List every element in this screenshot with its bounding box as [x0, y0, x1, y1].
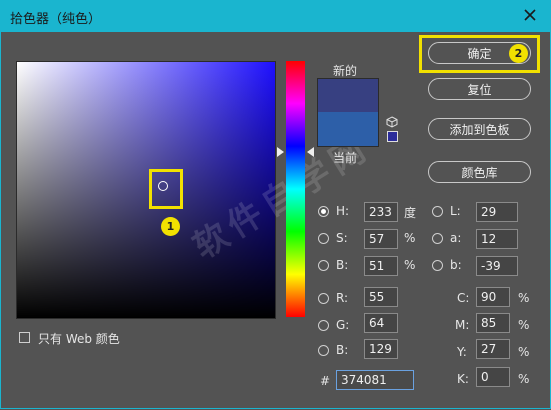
window-title: 拾色器（纯色）: [10, 12, 102, 27]
new-color-label: 新的: [333, 64, 358, 78]
unit-m: %: [518, 318, 530, 332]
hex-input[interactable]: 374081: [336, 370, 414, 390]
input-m[interactable]: 85: [476, 313, 510, 333]
input-l[interactable]: 29: [476, 202, 518, 222]
input-g[interactable]: 64: [364, 313, 398, 333]
label-g: G:: [336, 318, 350, 332]
label-c: C:: [457, 291, 470, 305]
label-a: a:: [450, 231, 462, 245]
color-libraries-button[interactable]: 颜色库: [428, 161, 531, 183]
unit-s: %: [404, 231, 416, 245]
unit-c: %: [518, 291, 530, 305]
hue-slider-right-arrow[interactable]: [307, 147, 314, 157]
close-icon[interactable]: [520, 5, 540, 25]
label-s: S:: [336, 231, 348, 245]
title-bar: 拾色器（纯色）: [0, 0, 551, 32]
label-lab-b: b:: [450, 258, 462, 272]
input-y[interactable]: 27: [476, 339, 510, 359]
web-safe-swatch[interactable]: [387, 131, 398, 142]
unit-y: %: [518, 345, 530, 359]
web-only-label: 只有 Web 颜色: [38, 332, 120, 346]
input-lab-b[interactable]: -39: [476, 256, 518, 276]
label-l: L:: [450, 204, 461, 218]
unit-h: 度: [404, 206, 417, 220]
input-c[interactable]: 90: [476, 287, 510, 307]
current-color-swatch[interactable]: [317, 112, 379, 147]
radio-lab-b[interactable]: [432, 260, 443, 271]
input-r[interactable]: 55: [364, 287, 398, 307]
reset-button[interactable]: 复位: [428, 78, 531, 100]
radio-brightness[interactable]: [318, 260, 329, 271]
label-hex: #: [320, 374, 331, 388]
color-field[interactable]: [16, 61, 276, 319]
label-rgb-b: B:: [336, 343, 349, 357]
radio-l[interactable]: [432, 206, 443, 217]
radio-r[interactable]: [318, 293, 329, 304]
add-to-swatches-button[interactable]: 添加到色板: [428, 118, 531, 140]
radio-rgb-b[interactable]: [318, 345, 329, 356]
new-color-swatch: [317, 78, 379, 114]
input-s[interactable]: 57: [364, 229, 398, 249]
hue-slider-left-arrow[interactable]: [277, 147, 284, 157]
input-h[interactable]: 233: [364, 202, 398, 222]
radio-a[interactable]: [432, 233, 443, 244]
cube-icon[interactable]: [386, 116, 398, 128]
label-m: M:: [455, 318, 470, 332]
annotation-badge-1: 1: [161, 217, 180, 236]
radio-s[interactable]: [318, 233, 329, 244]
input-rgb-b[interactable]: 129: [364, 339, 398, 359]
input-brightness[interactable]: 51: [364, 256, 398, 276]
annotation-badge-2: 2: [509, 44, 528, 63]
hue-slider[interactable]: [286, 61, 305, 317]
radio-h[interactable]: [318, 206, 329, 217]
highlight-box-cursor: [149, 169, 183, 209]
unit-brightness: %: [404, 258, 416, 272]
label-k: K:: [457, 372, 469, 386]
radio-g[interactable]: [318, 320, 329, 331]
label-h: H:: [336, 204, 350, 218]
current-color-label: 当前: [333, 151, 358, 165]
web-only-checkbox[interactable]: [19, 332, 30, 343]
unit-k: %: [518, 372, 530, 386]
label-brightness: B:: [336, 258, 349, 272]
input-k[interactable]: 0: [476, 367, 510, 387]
label-y: Y:: [457, 345, 467, 359]
label-r: R:: [336, 291, 349, 305]
input-a[interactable]: 12: [476, 229, 518, 249]
